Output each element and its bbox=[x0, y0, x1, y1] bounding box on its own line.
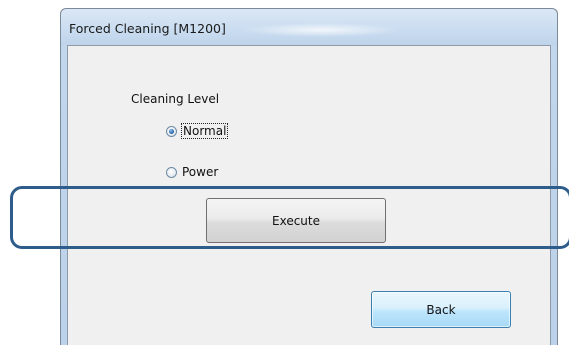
window-title: Forced Cleaning [M1200] bbox=[69, 21, 226, 36]
dialog-client-area: Cleaning Level Normal Power Execute Back bbox=[67, 45, 551, 345]
title-bar-glow bbox=[241, 23, 401, 37]
execute-button[interactable]: Execute bbox=[206, 198, 386, 243]
back-button[interactable]: Back bbox=[371, 291, 511, 328]
cleaning-level-label: Cleaning Level bbox=[131, 92, 220, 106]
radio-label-power[interactable]: Power bbox=[182, 165, 218, 179]
radio-option-power[interactable]: Power bbox=[166, 165, 218, 179]
radio-button-power[interactable] bbox=[166, 166, 177, 178]
screenshot-page: Forced Cleaning [M1200] Cleaning Level N… bbox=[0, 0, 569, 345]
radio-button-normal[interactable] bbox=[166, 125, 177, 137]
radio-option-normal[interactable]: Normal bbox=[166, 123, 229, 139]
radio-label-normal[interactable]: Normal bbox=[180, 123, 229, 139]
title-bar[interactable]: Forced Cleaning [M1200] bbox=[61, 9, 557, 45]
forced-cleaning-dialog: Forced Cleaning [M1200] Cleaning Level N… bbox=[60, 8, 558, 345]
